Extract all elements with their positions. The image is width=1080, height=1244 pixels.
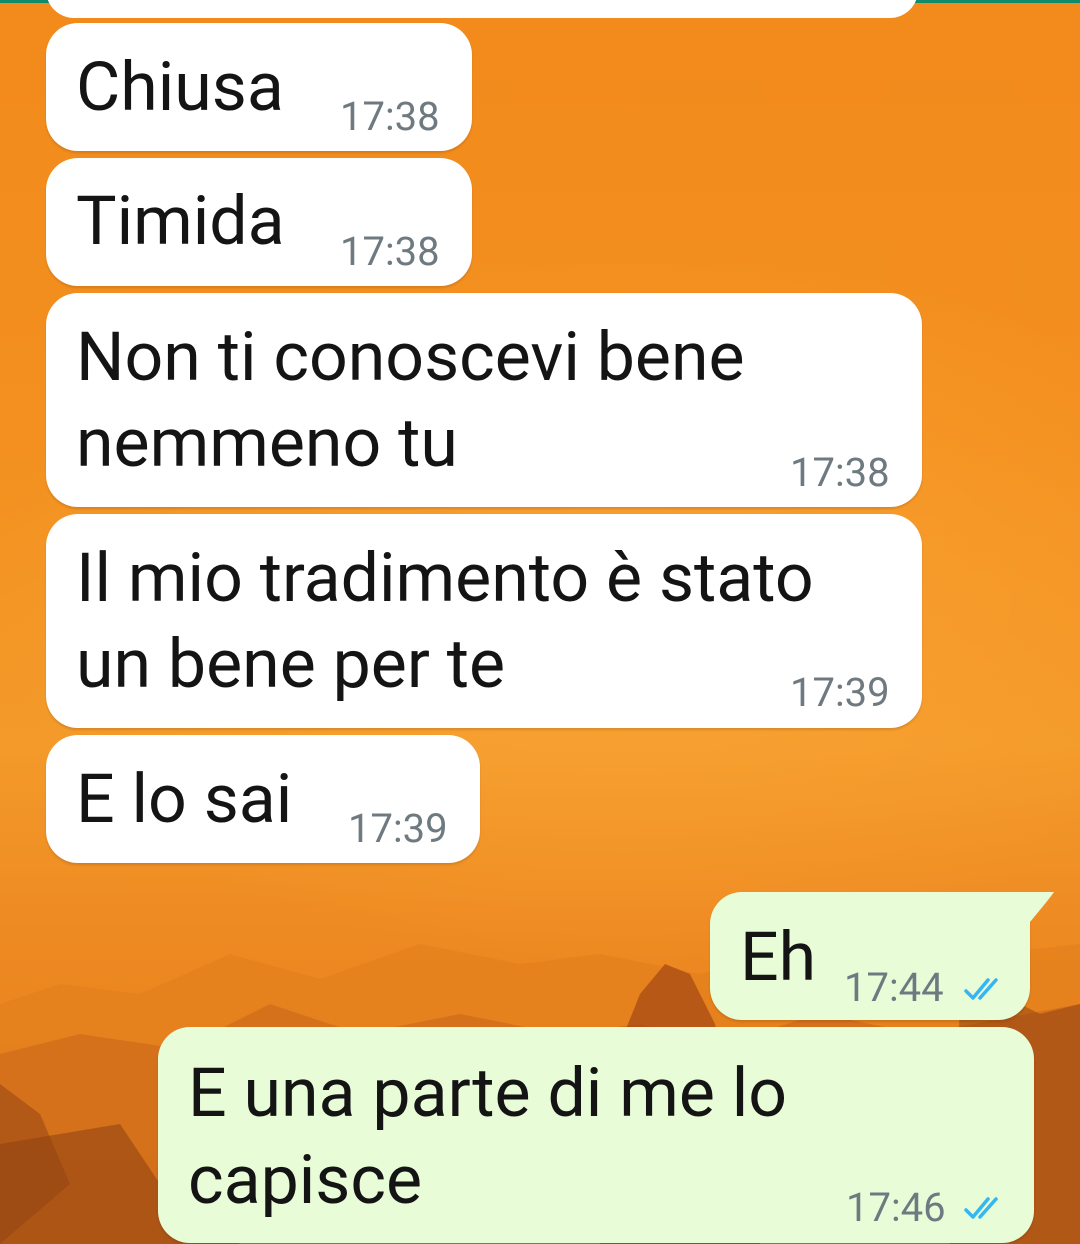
message-bubble-incoming[interactable]: Il mio tradimento è stato un bene per te… xyxy=(46,514,922,728)
message-text: Chiusa xyxy=(76,47,284,127)
message-time: 17:39 xyxy=(790,669,890,716)
message-text-line-1: Non ti conoscevi bene xyxy=(76,317,745,397)
message-time: 17:46 xyxy=(846,1184,946,1231)
message-text: E lo sai xyxy=(76,759,293,839)
message-text-line-2: nemmeno tu xyxy=(76,403,458,483)
message-text-line-2: un bene per te xyxy=(76,624,506,704)
message-text: Eh xyxy=(740,917,817,997)
message-text-line-1: Il mio tradimento è stato xyxy=(76,538,814,618)
message-bubble-outgoing[interactable]: E una parte di me lo capisce 17:46 xyxy=(158,1027,1034,1243)
previous-message-bubble[interactable] xyxy=(46,0,918,18)
message-time: 17:39 xyxy=(348,805,448,852)
outgoing-bubble-tail-icon xyxy=(1020,892,1054,922)
message-bubble-incoming[interactable]: Timida 17:38 xyxy=(46,158,472,286)
message-text: Timida xyxy=(76,181,285,261)
message-time: 17:38 xyxy=(340,93,440,140)
message-text-line-2: capisce xyxy=(188,1140,423,1220)
message-text-line-1: E una parte di me lo xyxy=(188,1053,788,1133)
message-bubble-outgoing[interactable]: Eh 17:44 xyxy=(710,892,1030,1020)
message-time: 17:38 xyxy=(340,228,440,275)
double-check-read-icon xyxy=(964,978,998,1000)
message-time: 17:38 xyxy=(790,449,890,496)
message-bubble-incoming[interactable]: Chiusa 17:38 xyxy=(46,23,472,151)
message-bubble-incoming[interactable]: Non ti conoscevi bene nemmeno tu 17:38 xyxy=(46,293,922,507)
message-time: 17:44 xyxy=(844,964,944,1011)
message-bubble-incoming[interactable]: E lo sai 17:39 xyxy=(46,735,480,863)
double-check-read-icon xyxy=(964,1197,998,1219)
